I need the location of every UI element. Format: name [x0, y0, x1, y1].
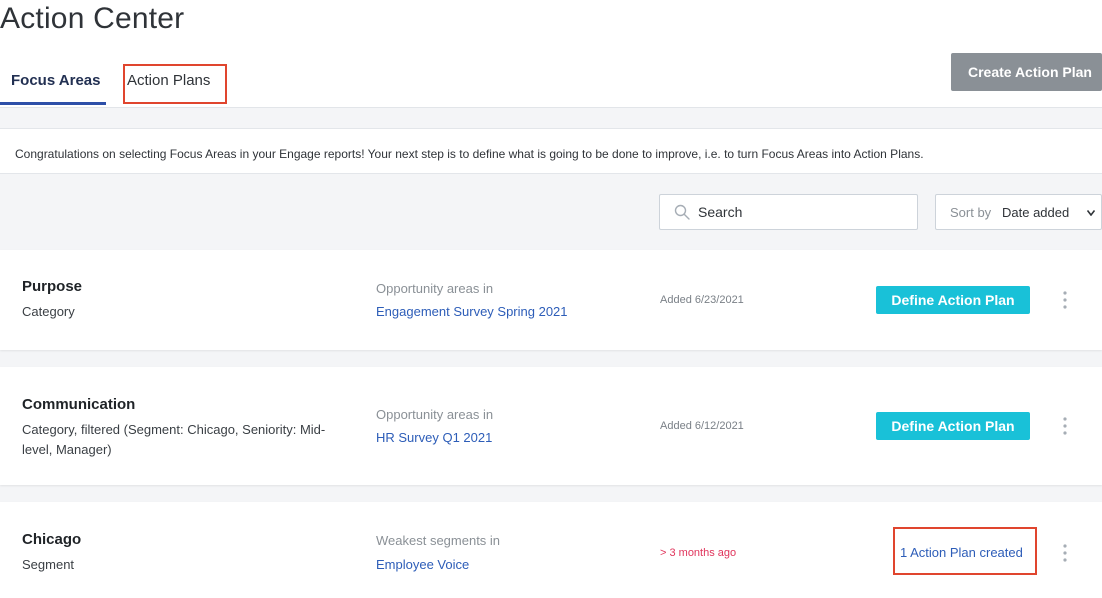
- date-added: Added 6/12/2021: [660, 420, 744, 432]
- focus-area-title: Purpose: [22, 278, 83, 295]
- source-label: Opportunity areas in: [376, 407, 494, 422]
- search-icon: [674, 204, 690, 220]
- source-label: Weakest segments in: [376, 533, 501, 548]
- source-survey-link[interactable]: HR Survey Q1 2021: [376, 430, 492, 445]
- sort-dropdown[interactable]: Sort by Date added: [935, 194, 1102, 230]
- tab-focus-areas[interactable]: Focus Areas: [11, 72, 100, 89]
- info-banner-text: Congratulations on selecting Focus Areas…: [15, 147, 924, 161]
- tab-action-plans[interactable]: Action Plans: [127, 72, 210, 89]
- define-action-plan-button[interactable]: Define Action Plan: [876, 412, 1030, 440]
- chevron-down-icon: [1087, 210, 1095, 216]
- search-box[interactable]: [659, 194, 918, 230]
- focus-area-type: Category: [22, 304, 75, 319]
- info-banner: Congratulations on selecting Focus Areas…: [0, 128, 1102, 174]
- filter-bar: Sort by Date added: [0, 174, 1102, 250]
- source-label: Opportunity areas in: [376, 281, 494, 296]
- source-survey-link[interactable]: Employee Voice: [376, 557, 469, 572]
- focus-area-card: Chicago Segment Weakest segments in Empl…: [0, 502, 1102, 598]
- active-tab-indicator: [0, 102, 106, 105]
- focus-area-card: Communication Category, filtered (Segmen…: [0, 367, 1102, 485]
- more-options-icon[interactable]: [1058, 542, 1072, 564]
- source-survey-link[interactable]: Engagement Survey Spring 2021: [376, 304, 568, 319]
- page-title: Action Center: [0, 2, 185, 35]
- focus-area-type: Category, filtered (Segment: Chicago, Se…: [22, 422, 326, 457]
- more-options-icon[interactable]: [1058, 415, 1072, 437]
- sort-label: Sort by: [950, 205, 992, 220]
- date-added: > 3 months ago: [660, 547, 737, 559]
- focus-area-type: Segment: [22, 557, 75, 572]
- create-action-plan-button[interactable]: Create Action Plan: [951, 53, 1102, 91]
- define-action-plan-button[interactable]: Define Action Plan: [876, 286, 1030, 314]
- focus-area-title: Chicago: [22, 531, 82, 548]
- focus-area-card: Purpose Category Opportunity areas in En…: [0, 250, 1102, 350]
- action-plans-created-link[interactable]: 1 Action Plan created: [900, 545, 1023, 560]
- date-added: Added 6/23/2021: [660, 294, 744, 306]
- focus-area-title: Communication: [22, 396, 136, 413]
- sort-value: Date added: [1002, 205, 1070, 220]
- more-options-icon[interactable]: [1058, 289, 1072, 311]
- search-input[interactable]: [698, 202, 898, 222]
- header: Action Center Focus Areas Action Plans C…: [0, 0, 1102, 108]
